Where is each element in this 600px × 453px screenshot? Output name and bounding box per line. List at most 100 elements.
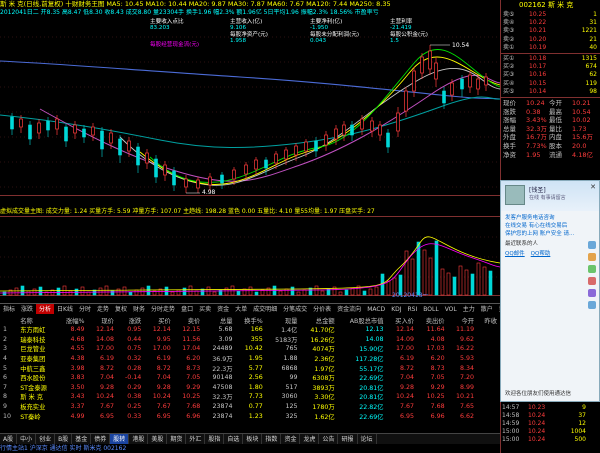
table-row[interactable]: 8 斯 米 克 3.43 10.24 0.38 10.24 10.25 32.3万 7.73 30… xyxy=(0,392,500,402)
tab-item[interactable]: 分笔成交 xyxy=(280,304,310,314)
tab-item[interactable]: 日K线 xyxy=(54,304,76,314)
tab-item[interactable]: 分析 xyxy=(36,304,55,314)
sell-row[interactable]: 卖② 10.20 21 xyxy=(501,36,600,44)
tab-item[interactable]: 买卖 xyxy=(196,304,214,314)
column-header[interactable]: 名称 xyxy=(17,316,57,325)
volume-chart[interactable]: 20120418一 xyxy=(0,216,501,299)
tab-item[interactable]: 散户 xyxy=(478,304,496,314)
column-header[interactable]: 总量 xyxy=(203,316,235,325)
market-tab[interactable]: 龙虎 xyxy=(300,434,320,444)
column-header[interactable]: 卖出价 xyxy=(417,316,448,325)
tab-item[interactable]: 主力 xyxy=(460,304,478,314)
tab-item[interactable]: 复权 xyxy=(112,304,130,314)
tick-row[interactable]: 15:00 10.24 500 xyxy=(500,436,600,444)
close-icon[interactable]: ✕ xyxy=(590,183,596,191)
column-header[interactable]: 现量 xyxy=(266,316,301,325)
buy-row[interactable]: 买⑤ 10.14 98 xyxy=(501,88,600,96)
column-header[interactable]: 涨跌 xyxy=(117,316,144,325)
table-row[interactable]: 2 瑞泰科技 4.68 14.08 0.44 9.95 11.56 3.09 355 5183万 1… xyxy=(0,335,500,345)
market-tab[interactable]: 创业 xyxy=(36,434,56,444)
chat-line[interactable]: 在线交易 有心在线交易后 xyxy=(505,222,595,230)
tool-icon[interactable] xyxy=(588,289,596,297)
buy-row[interactable]: 买② 10.17 674 xyxy=(501,63,600,71)
kline-chart[interactable]: 10.54 4.98 主要收入点比 83.203 主营收入(亿) 9.106 每… xyxy=(0,17,501,196)
market-tab[interactable]: 美股 xyxy=(148,434,168,444)
chat-popup[interactable]: [钱圣] 在线 有事请留言 ✕ 发客户服务电话咨询 在线交易 有心在线交易后 保… xyxy=(500,180,600,402)
market-tab[interactable]: 板块 xyxy=(243,434,263,444)
tab-item[interactable]: VOL xyxy=(442,304,460,314)
tab-item[interactable]: 资金流向 xyxy=(334,304,364,314)
column-header[interactable]: 总金额 xyxy=(300,316,337,325)
tick-row[interactable]: 14:59 10.24 12 xyxy=(500,420,600,428)
market-tab[interactable]: 指数 xyxy=(262,434,282,444)
sell-row[interactable]: 卖④ 10.22 31 xyxy=(501,19,600,27)
market-tab[interactable]: 股转 xyxy=(110,434,130,444)
tab-item[interactable]: 财务 xyxy=(130,304,148,314)
market-tab[interactable]: 基金 xyxy=(72,434,92,444)
sell-row[interactable]: 卖③ 10.21 1221 xyxy=(501,27,600,35)
market-tab[interactable]: 自选 xyxy=(224,434,244,444)
table-row[interactable]: 9 板充实业 3.37 7.67 0.25 7.67 7.68 23874 0.77 125 178… xyxy=(0,402,500,412)
tick-row[interactable]: 14:58 10.24 37 xyxy=(500,412,600,420)
column-header[interactable]: 换手% xyxy=(236,316,266,325)
tool-icon[interactable] xyxy=(588,241,596,249)
column-header[interactable] xyxy=(0,316,17,325)
market-tab[interactable]: 公告 xyxy=(319,434,339,444)
table-row[interactable]: 10 ST秦岭 4.99 6.95 0.33 6.95 6.96 23874 1.23 325 1.… xyxy=(0,411,500,421)
tab-item[interactable]: 大单 xyxy=(232,304,250,314)
chat-line[interactable]: 保护您的上网 账户安全 请... xyxy=(505,230,595,238)
column-header[interactable]: 现价 xyxy=(87,316,116,325)
tab-item[interactable]: 指标 xyxy=(0,304,18,314)
table-row[interactable]: 1 东方雨虹 8.49 12.14 0.95 12.14 12.15 5.68 166 1.4亿 4… xyxy=(0,325,500,335)
market-tab[interactable]: 港股 xyxy=(129,434,149,444)
tab-item[interactable]: MACD xyxy=(364,304,388,314)
tab-item[interactable]: 成交明细 xyxy=(250,304,280,314)
chat-link[interactable]: QQ帮助 xyxy=(531,250,551,258)
column-header[interactable]: 涨幅% xyxy=(57,316,87,325)
market-tab[interactable]: 股指 xyxy=(205,434,225,444)
table-row[interactable]: 5 中航三鑫 3.98 8.72 0.28 8.72 8.73 22.3万 5.77 6868 1.… xyxy=(0,363,500,373)
chat-link[interactable]: QQ邮件 xyxy=(505,250,525,258)
market-tab[interactable]: 期货 xyxy=(167,434,187,444)
buy-row[interactable]: 买④ 10.15 119 xyxy=(501,80,600,88)
column-header[interactable]: 卖价 xyxy=(174,316,203,325)
tab-item[interactable]: BOLL xyxy=(420,304,441,314)
tab-item[interactable]: RSI xyxy=(405,304,421,314)
buy-row[interactable]: 买① 10.18 1315 xyxy=(501,55,600,63)
table-row[interactable]: 6 西水股份 3.83 7.04 -0.14 7.04 7.05 90148 2.56 99 630… xyxy=(0,373,500,383)
buy-row[interactable]: 买③ 10.16 62 xyxy=(501,71,600,79)
tab-item[interactable]: 分价表 xyxy=(310,304,334,314)
market-tab[interactable]: 论坛 xyxy=(358,434,377,444)
market-tab[interactable]: 资金 xyxy=(281,434,301,444)
tick-row[interactable]: 15:00 10.24 1004 xyxy=(500,428,600,436)
column-header[interactable]: 买价 xyxy=(144,316,173,325)
tab-item[interactable]: KDJ xyxy=(388,304,404,314)
tab-item[interactable]: 分时 xyxy=(76,304,94,314)
tool-icon[interactable] xyxy=(588,253,596,261)
tab-item[interactable]: 走势 xyxy=(94,304,112,314)
tool-icon[interactable] xyxy=(588,277,596,285)
tool-icon[interactable] xyxy=(588,265,596,273)
column-header[interactable]: 昨收 xyxy=(477,316,500,325)
tab-item[interactable]: 盘口 xyxy=(178,304,196,314)
tab-item[interactable]: 涨跌 xyxy=(18,304,36,314)
market-tab[interactable]: 外汇 xyxy=(186,434,206,444)
column-header[interactable]: 买入价 xyxy=(387,316,418,325)
market-tab[interactable]: A股 xyxy=(0,434,18,444)
table-row[interactable]: 4 亚泰集团 4.38 6.19 0.32 6.19 6.20 36.9万 1.95 1.88 2.… xyxy=(0,354,500,364)
market-tab[interactable]: 研报 xyxy=(338,434,358,444)
column-header[interactable]: 今开 xyxy=(448,316,477,325)
tab-item[interactable]: 分时走势 xyxy=(148,304,178,314)
tab-item[interactable]: 资金 xyxy=(214,304,232,314)
tool-icon[interactable] xyxy=(588,301,596,309)
market-tab[interactable]: 中小 xyxy=(17,434,37,444)
avatar[interactable] xyxy=(505,185,525,205)
tick-row[interactable]: 14:57 10.23 9 xyxy=(500,404,600,412)
column-header[interactable]: AB股总市值 xyxy=(338,316,387,325)
sell-row[interactable]: 卖① 10.19 40 xyxy=(501,44,600,52)
chat-line[interactable]: 发客户服务电话咨询 xyxy=(505,214,595,222)
market-tab[interactable]: B股 xyxy=(55,434,73,444)
table-row[interactable]: 3 巨龙管业 4.55 17.00 0.75 17.00 17.04 24489 10.42 76… xyxy=(0,344,500,354)
market-tab[interactable]: 债券 xyxy=(91,434,111,444)
sell-row[interactable]: 卖⑤ 10.25 1 xyxy=(501,11,600,19)
